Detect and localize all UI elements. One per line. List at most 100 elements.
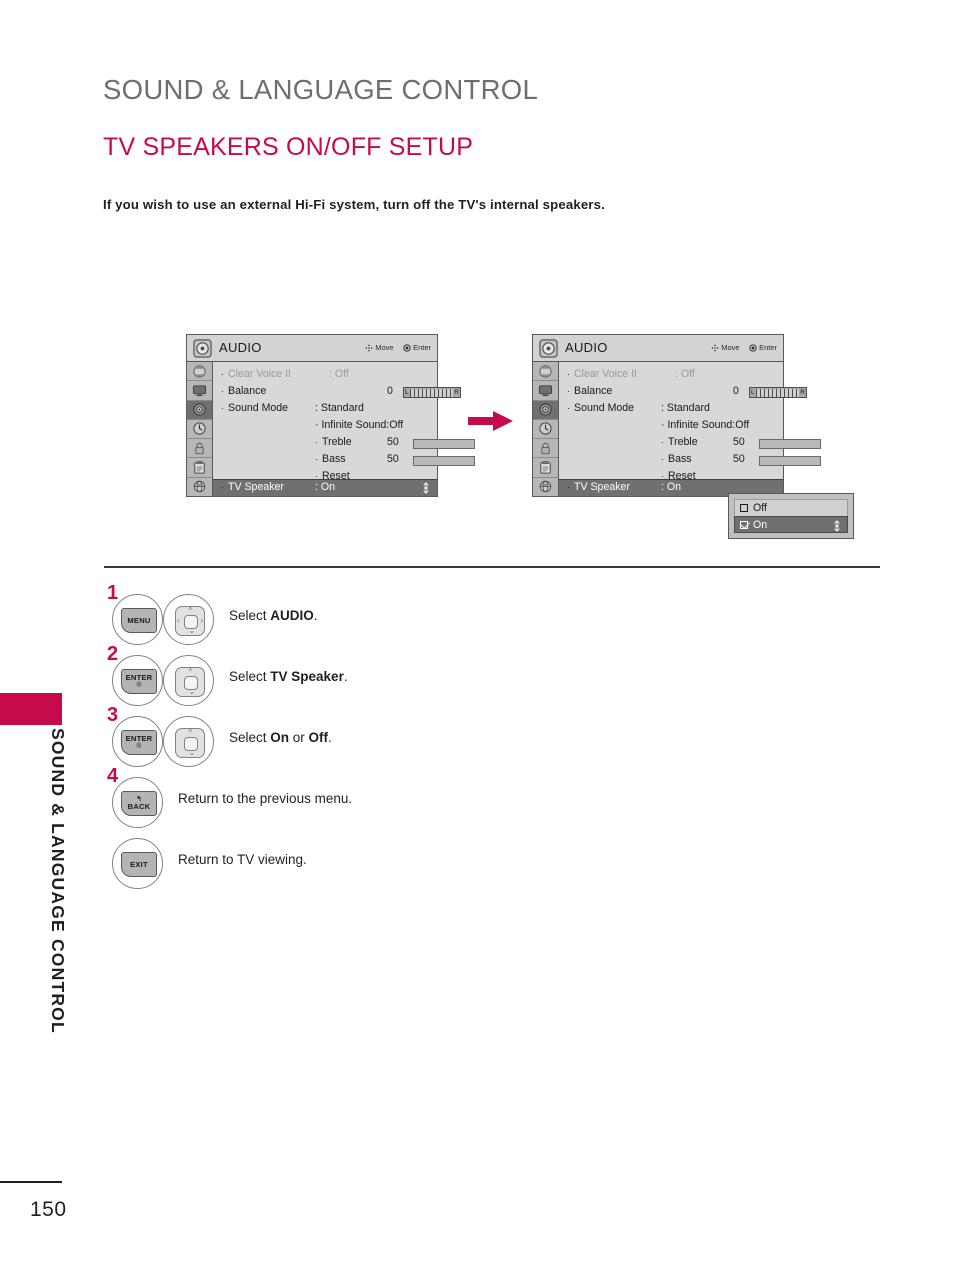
lock-padlock-icon [541,442,550,454]
enter-button[interactable]: ENTER ® [112,655,163,706]
menu-row-bass[interactable]: · Bass 50 [213,452,475,469]
menu-row-sound-mode[interactable]: · Sound Mode : Standard [559,401,783,418]
back-button-label: BACK [127,802,151,812]
dpad-updown-button[interactable]: ^ ⌄ [163,655,214,706]
step-1: 1 MENU ^ ⌄ ‹ › Select AUDIO. [104,582,804,649]
menu-row-clear-voice[interactable]: · Clear Voice II : Off [213,367,437,384]
menu-row-value: · Infinite Sound:Off [661,419,750,431]
sidebar-item-lock[interactable] [533,439,558,459]
dpad-pad: ^ ⌄ ‹ › [175,606,205,636]
menu-row-balance[interactable]: · Balance 0 L R [213,384,461,401]
move-dpad-icon [711,343,719,352]
treble-slider[interactable] [413,438,475,449]
chapter-vertical-label: SOUND & LANGUAGE CONTROL [48,728,68,1034]
osd-items: · Clear Voice II : Off · Balance 0 L R · So… [559,362,854,539]
menu-row-value: 50 [387,453,399,465]
menu-row-label: · Treble [315,436,352,448]
step-number: 1 [107,582,119,604]
scroll-updown-icon[interactable] [833,519,841,532]
menu-row-treble[interactable]: · Treble 50 [559,435,821,452]
dpad-pad: ^ ⌄ [175,728,205,758]
sidebar-item-setup[interactable] [533,362,558,382]
menu-row-tv-speaker[interactable]: · TV Speaker : On [213,479,437,496]
osd-header: AUDIO Move Enter [533,335,783,362]
sidebar-item-time[interactable] [533,420,558,440]
osd-header: AUDIO Move Enter [187,335,437,362]
dpad-4way-button[interactable]: ^ ⌄ ‹ › [163,594,214,645]
step-instruction: Return to TV viewing. [178,852,307,867]
enter-dot-icon [748,343,757,352]
sidebar-item-network[interactable] [533,478,558,496]
step-instruction: Select AUDIO. [229,608,318,623]
menu-row-bass[interactable]: · Bass 50 [559,452,821,469]
sidebar-item-setup[interactable] [187,362,212,382]
sidebar-item-network[interactable] [187,478,212,496]
sidebar-item-lock[interactable] [187,439,212,459]
dpad-updown-button[interactable]: ^ ⌄ [163,716,214,767]
enter-button-label: ENTER [125,733,153,743]
ok-center-button[interactable] [184,615,198,629]
menu-row-label: · TV Speaker [221,481,284,493]
osd-category-rail [533,362,559,496]
sidebar-item-picture[interactable] [533,381,558,401]
menu-row-clear-voice[interactable]: · Clear Voice II : Off [559,367,783,384]
step-instruction: Select On or Off. [229,730,332,745]
picture-tv-icon [192,385,207,396]
menu-row-sound-mode[interactable]: · Sound Mode : Standard [213,401,437,418]
menu-row-label: · Clear Voice II [567,368,638,380]
tv-speaker-dropdown: Off On [728,493,854,539]
menu-row-label: · Sound Mode [567,402,635,414]
audio-speaker-icon [193,403,206,416]
menu-row-value: : Standard [315,402,364,414]
exit-button[interactable]: EXIT [112,838,163,889]
menu-row-treble[interactable]: · Treble 50 [213,435,475,452]
checkbox-unchecked-icon [740,504,748,512]
scroll-updown-icon[interactable] [422,482,430,494]
menu-row-label: · Balance [567,385,613,397]
menu-row-infinite-sound[interactable]: · Infinite Sound:Off [559,418,783,435]
menu-button[interactable]: MENU [112,594,163,645]
menu-row-label: · Treble [661,436,698,448]
sidebar-item-option[interactable] [187,458,212,478]
sidebar-item-picture[interactable] [187,381,212,401]
osd-title: AUDIO [219,340,262,355]
back-button[interactable]: ↰ BACK [112,777,163,828]
balance-slider[interactable]: L R [749,387,807,398]
treble-slider[interactable] [759,438,821,449]
balance-slider[interactable]: L R [403,387,461,398]
menu-row-balance[interactable]: · Balance 0 L R [559,384,807,401]
bass-slider[interactable] [413,455,475,466]
menu-row-value: 50 [733,436,745,448]
lock-padlock-icon [195,442,204,454]
content-divider [104,566,880,568]
menu-key-cap: MENU [121,608,157,633]
osd-hints: Move Enter [365,343,431,352]
menu-row-value: : Off [675,368,695,380]
footer-divider [0,1181,62,1183]
bass-slider[interactable] [759,455,821,466]
dropdown-option-off[interactable]: Off [734,499,848,516]
chevron-right-icon: › [200,616,203,625]
hint-enter: Enter [402,343,431,352]
step-exit: EXIT Return to TV viewing. [104,832,804,893]
sidebar-item-audio[interactable] [533,400,558,420]
steps-list: 1 MENU ^ ⌄ ‹ › Select AUDIO. 2 ENTER ® ^… [104,582,804,893]
chevron-up-icon: ^ [188,667,193,676]
step-2: 2 ENTER ® ^ ⌄ Select TV Speaker. [104,643,804,710]
hint-move-label: Move [375,343,394,352]
ok-center-button[interactable] [184,676,198,690]
osd-body: · Clear Voice II : Off · Balance 0 L R · So… [533,362,854,539]
menu-row-value: 0 [387,385,393,397]
ok-center-button[interactable] [184,737,198,751]
balance-right-mark: R [454,389,459,396]
enter-key-cap: ENTER ® [121,669,157,694]
sidebar-item-audio[interactable] [187,400,212,420]
menu-row-value: : Off [329,368,349,380]
menu-row-infinite-sound[interactable]: · Infinite Sound:Off [213,418,437,435]
enter-button[interactable]: ENTER ® [112,716,163,767]
dropdown-option-on[interactable]: On [734,516,848,533]
balance-left-mark: L [405,389,409,396]
page-title: TV SPEAKERS ON/OFF SETUP [103,133,474,161]
sidebar-item-option[interactable] [533,458,558,478]
sidebar-item-time[interactable] [187,420,212,440]
